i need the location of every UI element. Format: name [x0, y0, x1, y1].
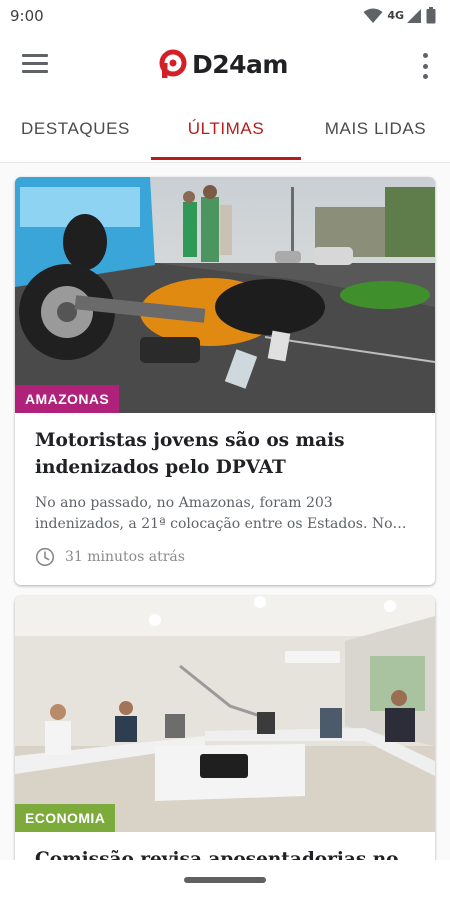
status-icons: 4G [363, 7, 436, 24]
news-feed[interactable]: AMAZONAS Motoristas jovens são os mais i… [0, 163, 450, 860]
motorcycle-accident-photo: AMAZONAS [15, 177, 435, 413]
system-navigation-bar [0, 860, 450, 900]
more-vertical-icon[interactable] [422, 53, 428, 79]
status-bar: 9:00 4G [0, 0, 450, 32]
wifi-icon [363, 8, 383, 24]
article-card[interactable]: AMAZONAS Motoristas jovens são os mais i… [15, 177, 435, 585]
article-card[interactable]: ECONOMIA Comissão revisa aposentadorias … [15, 596, 435, 860]
meeting-room-photo: ECONOMIA [15, 596, 435, 832]
article-title[interactable]: Motoristas jovens são os mais indenizado… [35, 427, 415, 481]
logo-mark-icon [159, 49, 187, 78]
battery-icon [426, 7, 436, 24]
tab-bar: DESTAQUES ÚLTIMAS MAIS LIDAS [0, 98, 450, 163]
app-logo: D24am [159, 49, 288, 79]
article-excerpt: No ano passado, no Amazonas, foram 203 i… [35, 495, 393, 532]
tab-destaques[interactable]: DESTAQUES [0, 98, 151, 160]
app-bar: D24am [0, 32, 450, 98]
logo-text: D24am [192, 49, 288, 79]
tab-mais-lidas[interactable]: MAIS LIDAS [301, 98, 450, 160]
hamburger-menu-icon[interactable] [22, 54, 48, 74]
article-title[interactable]: Comissão revisa aposentadorias no [35, 846, 415, 860]
article-time: 31 minutos atrás [65, 549, 185, 565]
category-tag: AMAZONAS [15, 385, 120, 413]
tab-ultimas[interactable]: ÚLTIMAS [151, 98, 301, 160]
status-time: 9:00 [10, 7, 44, 25]
home-gesture-handle[interactable] [184, 877, 266, 883]
category-tag: ECONOMIA [15, 804, 116, 832]
signal-icon [406, 8, 422, 24]
article-meta: 31 minutos atrás [35, 547, 415, 567]
active-tab-indicator [151, 157, 301, 160]
clock-icon [35, 547, 55, 567]
network-type-label: 4G [387, 9, 404, 22]
